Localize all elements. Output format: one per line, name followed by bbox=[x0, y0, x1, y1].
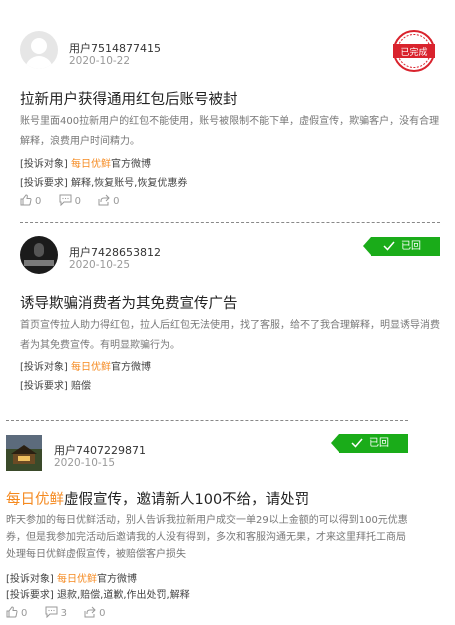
complaint-card[interactable]: 用户7428653812 2020-10-25 已回复 诱导欺骗消费者为其免费宣… bbox=[0, 222, 455, 420]
target-rest: 官方微博 bbox=[111, 362, 151, 373]
complaint-title[interactable]: 诱导欺骗消费者为其免费宣传广告 bbox=[20, 292, 238, 313]
post-date: 2020-10-22 bbox=[69, 55, 131, 67]
share-count: 0 bbox=[99, 608, 106, 619]
username[interactable]: 用户7514877415 bbox=[69, 40, 161, 56]
complaint-target: [投诉对象] 每日优鲜官方微博 bbox=[6, 570, 137, 585]
complaint-title[interactable]: 拉新用户获得通用红包后账号被封 bbox=[20, 88, 238, 109]
status-text: 已回复 bbox=[369, 438, 389, 468]
share-button[interactable]: 0 bbox=[98, 194, 120, 207]
check-icon bbox=[383, 241, 395, 251]
avatar[interactable] bbox=[20, 31, 58, 69]
complaint-request: [投诉要求] 退款,赔偿,道歉,作出处罚,解释 bbox=[6, 586, 190, 601]
complaint-description: 账号里面400拉新用户的红包不能使用，账号被限制不能下单，虚假宣传，欺骗客户，没… bbox=[20, 116, 440, 147]
status-text: 已完成 bbox=[400, 46, 427, 58]
complaint-description: 首页宣传拉人助力得红包，拉人后红包无法使用，找了客服，给不了我合理解释，明显诱导… bbox=[20, 320, 440, 351]
complaint-title[interactable]: 每日优鲜虚假宣传，邀请新人100不给，请处罚 bbox=[6, 488, 309, 509]
post-date: 2020-10-15 bbox=[54, 457, 116, 469]
replied-badge: 已回复 bbox=[331, 434, 408, 468]
complaint-card[interactable]: 用户7407229871 2020-10-15 已回复 每日优鲜虚假宣传，邀请新… bbox=[0, 420, 455, 625]
complaint-target: [投诉对象] 每日优鲜官方微博 bbox=[20, 155, 151, 170]
replied-badge: 已回复 bbox=[363, 237, 440, 271]
share-count: 0 bbox=[113, 196, 120, 207]
post-date: 2020-10-25 bbox=[69, 259, 131, 271]
target-brand-link[interactable]: 每日优鲜 bbox=[57, 574, 97, 585]
comment-button[interactable]: 3 bbox=[45, 606, 67, 619]
username[interactable]: 用户7428653812 bbox=[69, 244, 161, 260]
target-label: [投诉对象] bbox=[6, 574, 54, 585]
like-button[interactable]: 0 bbox=[6, 606, 27, 619]
target-brand-link[interactable]: 每日优鲜 bbox=[71, 159, 111, 170]
comment-icon bbox=[45, 606, 58, 619]
comment-button[interactable]: 0 bbox=[59, 194, 81, 207]
share-icon bbox=[98, 194, 110, 206]
stats-bar: 0 0 0 bbox=[20, 194, 134, 207]
target-brand-link[interactable]: 每日优鲜 bbox=[71, 362, 111, 373]
request-label: [投诉要求] bbox=[20, 381, 68, 392]
like-count: 0 bbox=[35, 196, 42, 207]
request-label: [投诉要求] bbox=[6, 590, 54, 601]
share-button[interactable]: 0 bbox=[84, 606, 106, 619]
share-icon bbox=[84, 606, 96, 618]
comment-count: 3 bbox=[60, 608, 67, 619]
request-text: 退款,赔偿,道歉,作出处罚,解释 bbox=[57, 590, 190, 601]
status-text: 已回复 bbox=[401, 241, 421, 271]
comment-icon bbox=[59, 194, 72, 207]
check-icon bbox=[351, 438, 363, 448]
complaint-card[interactable]: 用户7514877415 2020-10-22 已完成 拉新用户获得通用红包后账… bbox=[0, 0, 455, 222]
stats-bar: 0 3 0 bbox=[6, 606, 120, 619]
complaint-request: [投诉要求] 解释,恢复账号,恢复优惠券 bbox=[20, 174, 187, 189]
complaint-target: [投诉对象] 每日优鲜官方微博 bbox=[20, 358, 151, 373]
avatar[interactable] bbox=[6, 435, 42, 471]
title-brand[interactable]: 每日优鲜 bbox=[6, 492, 64, 508]
target-rest: 官方微博 bbox=[111, 159, 151, 170]
thumbs-up-icon bbox=[20, 194, 32, 206]
target-rest: 官方微博 bbox=[97, 574, 137, 585]
completed-stamp: 已完成 bbox=[393, 30, 435, 72]
request-text: 赔偿 bbox=[71, 381, 91, 392]
target-label: [投诉对象] bbox=[20, 362, 68, 373]
avatar[interactable] bbox=[20, 236, 58, 274]
like-count: 0 bbox=[21, 608, 28, 619]
like-button[interactable]: 0 bbox=[20, 194, 41, 207]
request-text: 解释,恢复账号,恢复优惠券 bbox=[71, 178, 188, 189]
complaint-description: 昨天参加的每日优鲜活动，别人告诉我拉新用户成交一单29以上金额的可以得到100元… bbox=[6, 515, 408, 560]
target-label: [投诉对象] bbox=[20, 159, 68, 170]
username[interactable]: 用户7407229871 bbox=[54, 442, 146, 458]
title-text: 虚假宣传，邀请新人100不给，请处罚 bbox=[64, 492, 310, 508]
complaint-request: [投诉要求] 赔偿 bbox=[20, 377, 91, 392]
comment-count: 0 bbox=[74, 196, 81, 207]
request-label: [投诉要求] bbox=[20, 178, 68, 189]
thumbs-up-icon bbox=[6, 606, 18, 618]
